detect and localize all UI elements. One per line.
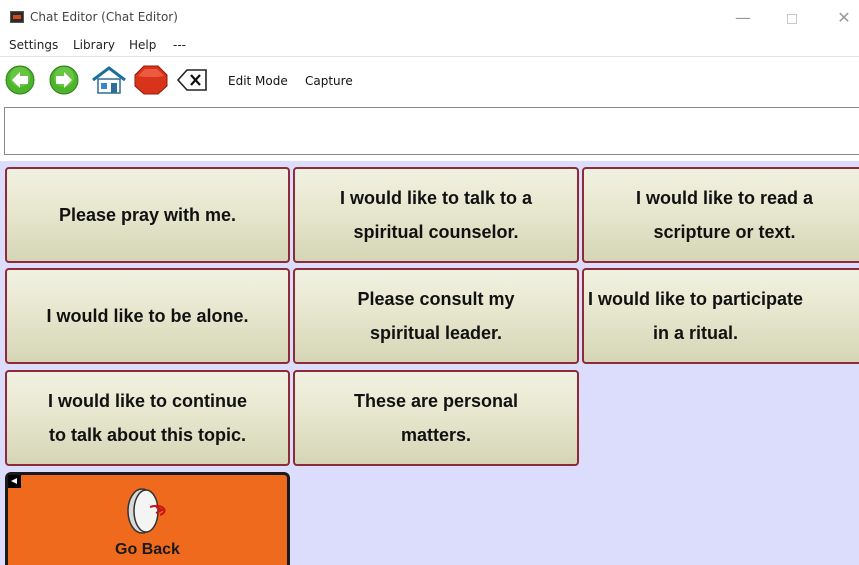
phrase-text: I would like to continue to talk about th… <box>47 391 247 445</box>
link-flag-icon <box>8 475 21 488</box>
capture-button[interactable]: Capture <box>305 74 353 88</box>
phrase-text: I would like to be alone. <box>46 306 249 326</box>
edit-mode-button[interactable]: Edit Mode <box>228 74 288 88</box>
menu-help[interactable]: Help <box>129 38 156 52</box>
title-bar: Chat Editor (Chat Editor) — ✕ <box>0 0 859 36</box>
toolbar: Edit Mode Capture <box>0 56 859 104</box>
phrase-button-scripture[interactable]: I would like to read a scripture or text. <box>582 167 859 263</box>
phrase-text: I would like to talk to a spiritual couns… <box>339 188 533 242</box>
back-arrow-icon[interactable] <box>5 65 35 95</box>
phrase-button-counselor[interactable]: I would like to talk to a spiritual couns… <box>293 167 579 263</box>
app-icon <box>10 11 24 23</box>
menu-settings[interactable]: Settings <box>9 38 58 52</box>
forward-arrow-icon[interactable] <box>49 65 79 95</box>
menu-library[interactable]: Library <box>73 38 115 52</box>
home-icon[interactable] <box>90 65 128 95</box>
menu-bar: Settings Library Help --- <box>0 36 859 56</box>
maximize-icon <box>787 13 797 24</box>
phrase-text: These are personal matters. <box>353 391 519 445</box>
phrase-button-ritual[interactable]: I would like to participate in a ritual. <box>582 268 859 364</box>
message-bar[interactable] <box>4 107 859 155</box>
window-title: Chat Editor (Chat Editor) <box>30 10 178 24</box>
close-button[interactable]: ✕ <box>824 4 859 32</box>
clear-icon[interactable] <box>176 65 208 95</box>
phrase-text: I would like to read a scripture or text. <box>635 188 814 242</box>
go-back-button[interactable]: Go Back <box>5 472 290 565</box>
phrase-button-pray[interactable]: Please pray with me. <box>5 167 290 263</box>
phrase-text: Please consult my spiritual leader. <box>357 289 515 343</box>
phrase-text: Please pray with me. <box>58 205 237 225</box>
phrase-button-personal-matters[interactable]: These are personal matters. <box>293 370 579 466</box>
go-back-door-icon <box>127 488 166 534</box>
go-back-label: Go Back <box>115 541 180 558</box>
phrase-button-continue-topic[interactable]: I would like to continue to talk about th… <box>5 370 290 466</box>
minimize-button[interactable]: — <box>723 4 763 32</box>
menu-more[interactable]: --- <box>173 38 186 52</box>
phrase-text: I would like to participate in a ritual. <box>588 289 804 343</box>
stop-icon[interactable] <box>134 65 168 95</box>
maximize-button[interactable] <box>772 4 812 32</box>
phrase-button-spiritual-leader[interactable]: Please consult my spiritual leader. <box>293 268 579 364</box>
phrase-button-alone[interactable]: I would like to be alone. <box>5 268 290 364</box>
